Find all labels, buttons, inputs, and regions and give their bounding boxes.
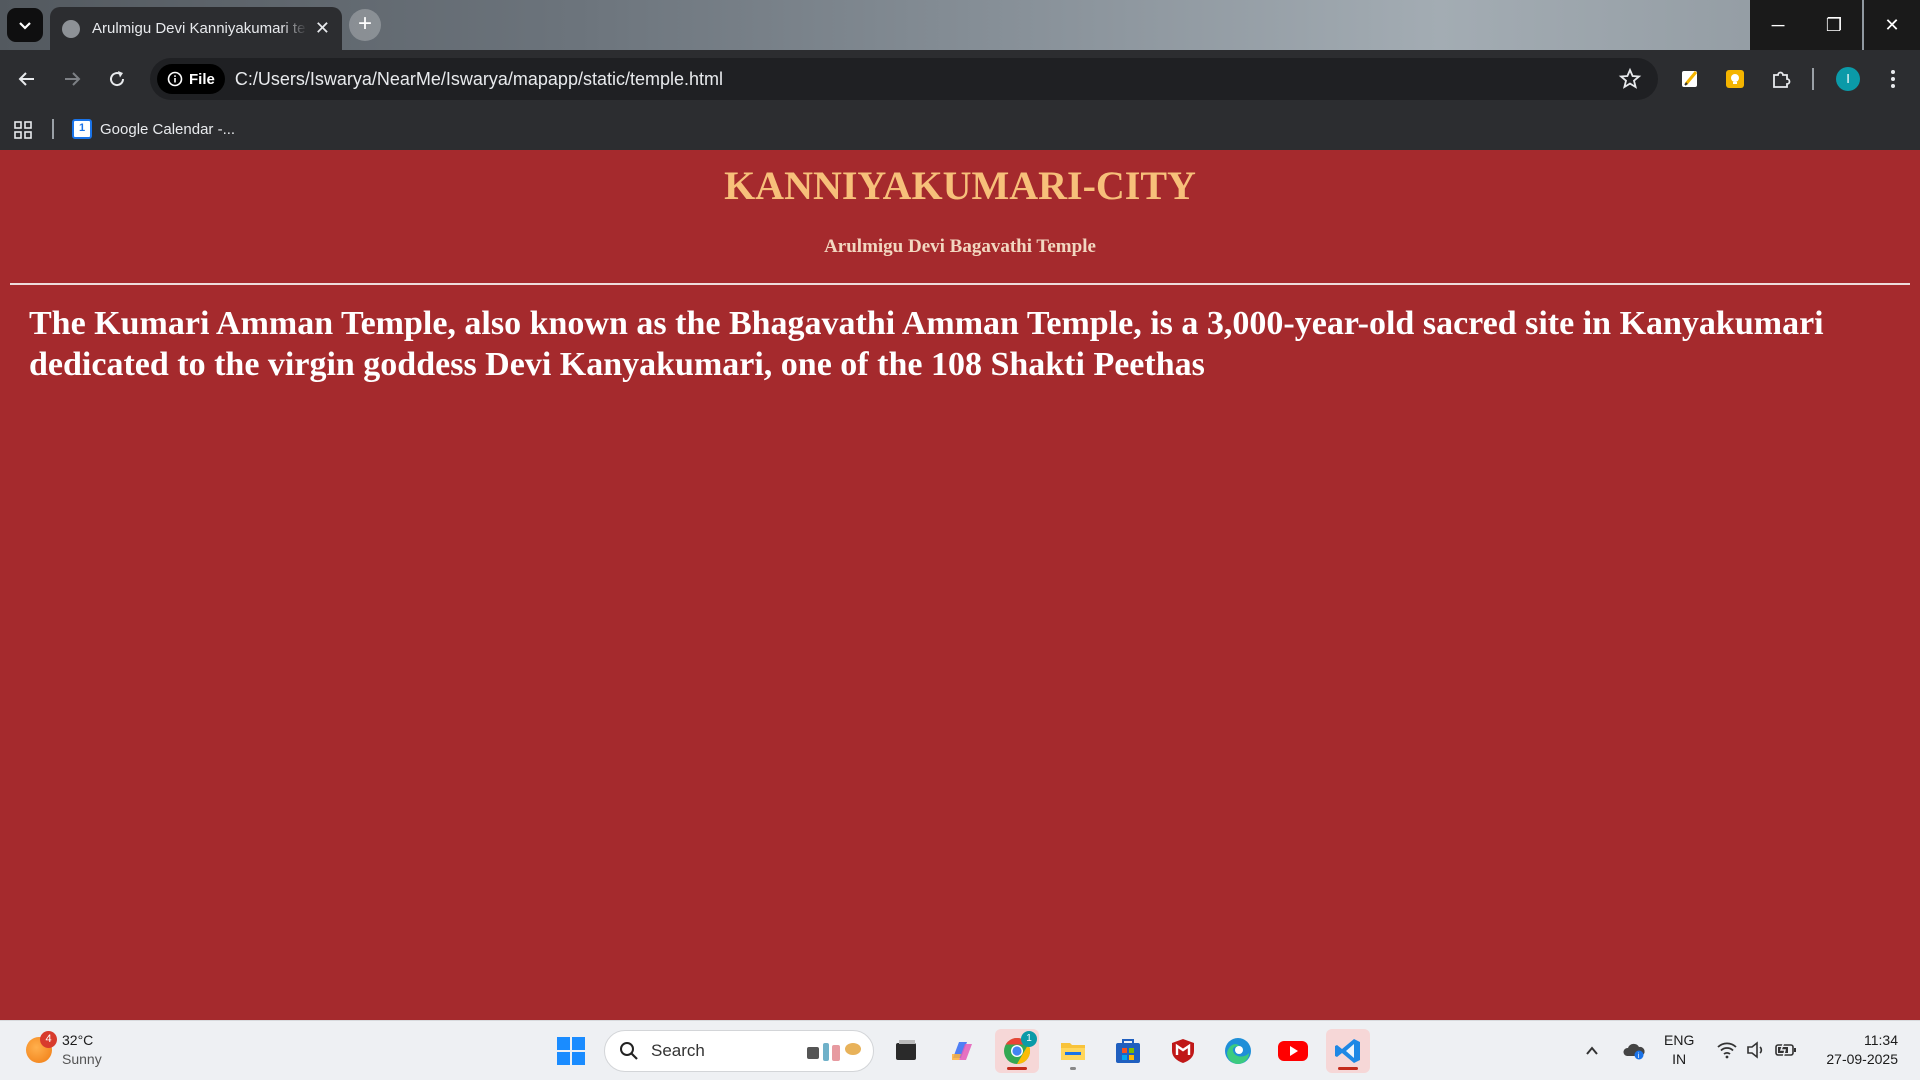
info-icon [167,71,183,87]
back-button[interactable] [12,64,42,94]
active-tab[interactable]: Arulmigu Devi Kanniyakumari temple ✕ [50,7,342,50]
arrow-right-icon [65,72,81,86]
taskbar-search[interactable]: Search [604,1030,874,1072]
task-view-app[interactable] [884,1029,928,1073]
temple-description: The Kumari Amman Temple, also known as t… [29,305,1824,383]
mcafee-app[interactable] [1161,1029,1205,1073]
chrome-app[interactable]: 1 [995,1029,1039,1073]
windows-start-icon[interactable] [556,1036,586,1066]
close-window-button[interactable]: ✕ [1864,0,1920,50]
microsoft-store-app[interactable] [1106,1029,1150,1073]
folder-icon [1061,1043,1085,1060]
web-page: KANNIYAKUMARI-CITY Arulmigu Devi Bagavat… [0,150,1920,1020]
search-label: Search [651,1041,705,1060]
active-indicator [1338,1067,1358,1070]
volume-icon[interactable] [1746,1041,1766,1059]
youtube-app[interactable] [1271,1029,1315,1073]
bookmark-google-calendar[interactable]: 1 Google Calendar -... [72,114,235,144]
weather-badge: 4 [40,1031,57,1048]
tab-title: Arulmigu Devi Kanniyakumari temple [92,20,307,37]
windows-taskbar: 4 32°C Sunny Search 1 i ENG IN 11:34 27-… [0,1020,1920,1080]
address-bar[interactable]: File C:/Users/Iswarya/NearMe/Iswarya/map… [150,58,1658,100]
scheme-label: File [189,70,215,88]
clock[interactable]: 11:34 27-09-2025 [1812,1031,1898,1069]
globe-icon [62,19,80,38]
bookmarks-separator [52,119,54,139]
file-explorer-app[interactable] [1051,1029,1095,1073]
edge-icon [1225,1038,1251,1064]
chevron-down-icon [19,22,31,30]
youtube-icon [1278,1041,1308,1061]
battery-icon[interactable] [1774,1040,1798,1060]
edit-note-icon [1682,71,1698,87]
page-subtitle: Arulmigu Devi Bagavathi Temple [824,236,1096,257]
keep-extension-icon[interactable] [1720,64,1750,94]
browser-toolbar: File C:/Users/Iswarya/NearMe/Iswarya/map… [0,50,1920,108]
url-text[interactable]: C:/Users/Iswarya/NearMe/Iswarya/mapapp/s… [235,69,723,90]
chrome-profile-badge: 1 [1021,1031,1037,1047]
svg-text:i: i [1638,1052,1640,1060]
extensions-button[interactable] [1766,64,1796,94]
vscode-icon [1335,1039,1360,1063]
vscode-app[interactable] [1326,1029,1370,1073]
running-indicator [1070,1067,1076,1070]
browser-titlebar: Arulmigu Devi Kanniyakumari temple ✕ + ─… [0,0,1920,50]
active-indicator [1007,1067,1027,1070]
search-icon [620,1042,638,1060]
reload-icon [110,71,125,87]
mcafee-shield-icon [1172,1039,1194,1063]
horizontal-rule [10,283,1910,285]
more-vert-icon [1891,70,1895,88]
copilot-icon [952,1042,972,1060]
bookmarks-bar: 1 Google Calendar -... [0,108,1920,150]
weather-condition: Sunny [62,1051,102,1067]
minimize-button[interactable]: ─ [1750,0,1806,50]
arrow-left-icon [18,72,34,86]
lightbulb-icon [1726,70,1744,88]
site-info-chip[interactable]: File [157,64,225,94]
chevron-up-icon[interactable] [1584,1043,1600,1059]
copilot-app[interactable] [940,1029,984,1073]
weather-widget[interactable]: 4 32°C Sunny [26,1031,102,1069]
tab-search-button[interactable] [7,8,43,42]
onedrive-icon[interactable]: i [1622,1039,1646,1061]
new-tab-button[interactable]: + [349,9,381,41]
language-indicator[interactable]: ENG IN [1664,1031,1694,1069]
apps-grid-icon[interactable] [14,121,32,139]
restore-button[interactable]: ❐ [1806,0,1862,50]
browser-menu-button[interactable] [1878,64,1908,94]
edge-app[interactable] [1216,1029,1260,1073]
notes-extension-icon[interactable] [1675,64,1705,94]
close-tab-icon[interactable]: ✕ [315,18,330,39]
bookmark-label: Google Calendar -... [100,120,236,138]
profile-avatar[interactable]: I [1836,67,1860,91]
weather-temp: 32°C [62,1032,94,1048]
toolbar-separator [1812,68,1814,90]
wifi-icon[interactable] [1716,1041,1738,1059]
task-view-icon [896,1040,916,1060]
page-title: KANNIYAKUMARI-CITY [724,163,1196,208]
google-calendar-icon: 1 [72,119,92,139]
search-highlight-icon [807,1043,861,1061]
reload-button[interactable] [102,64,132,94]
sun-icon: 4 [26,1031,57,1063]
forward-button[interactable] [57,64,87,94]
store-icon [1116,1039,1140,1063]
bookmark-star-icon[interactable] [1618,67,1642,91]
puzzle-icon [1773,71,1791,88]
